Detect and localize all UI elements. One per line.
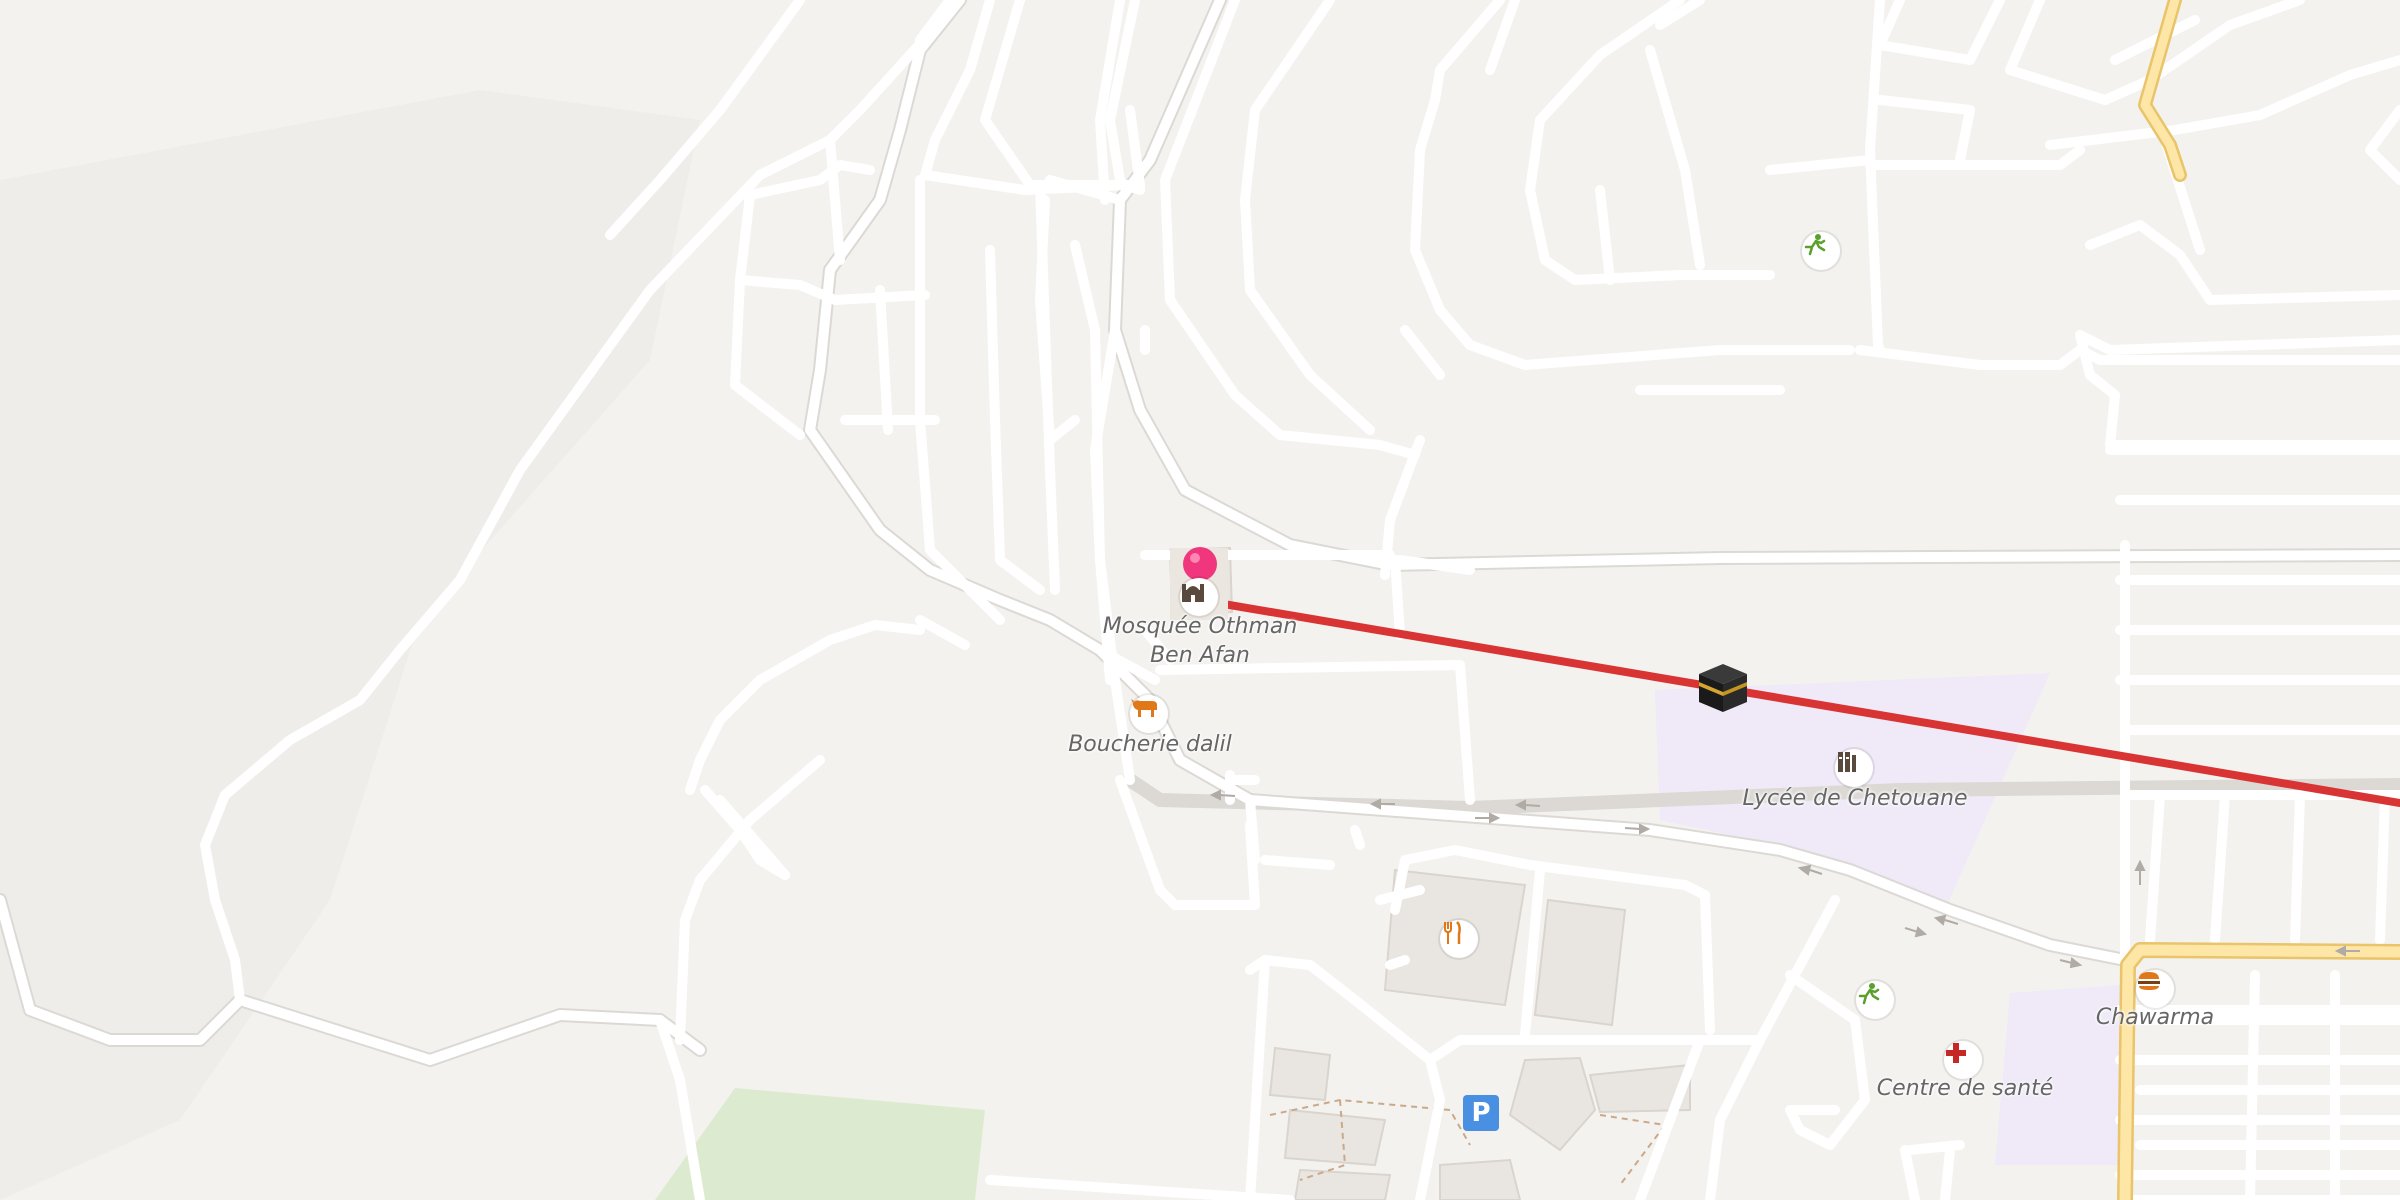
map-canvas[interactable]: Mosquée Othman Ben Afan Boucherie dalil …	[0, 0, 2400, 1200]
mosque-label: Mosquée Othman Ben Afan	[1060, 612, 1340, 670]
restaurant-icon[interactable]	[1440, 920, 1478, 958]
butcher-label: Boucherie dalil	[1068, 732, 1232, 757]
butcher-icon[interactable]	[1130, 695, 1168, 733]
location-pin-icon[interactable]	[1182, 546, 1218, 582]
kaaba-icon[interactable]	[1695, 660, 1751, 716]
parking-icon[interactable]: P	[1463, 1095, 1499, 1131]
school-label: Lycée de Chetouane	[1742, 786, 1968, 811]
shawarma-label: Chawarma	[2095, 1005, 2215, 1030]
mosque-icon[interactable]	[1180, 578, 1218, 616]
sports-icon-2[interactable]	[1856, 981, 1894, 1019]
mosque-label-line2: Ben Afan	[1150, 643, 1250, 668]
school-icon[interactable]	[1835, 749, 1873, 787]
mosque-label-line1: Mosquée Othman	[1102, 614, 1298, 639]
park-area	[655, 1088, 985, 1200]
sports-icon[interactable]	[1802, 232, 1840, 270]
health-center-label: Centre de santé	[1876, 1076, 2054, 1101]
